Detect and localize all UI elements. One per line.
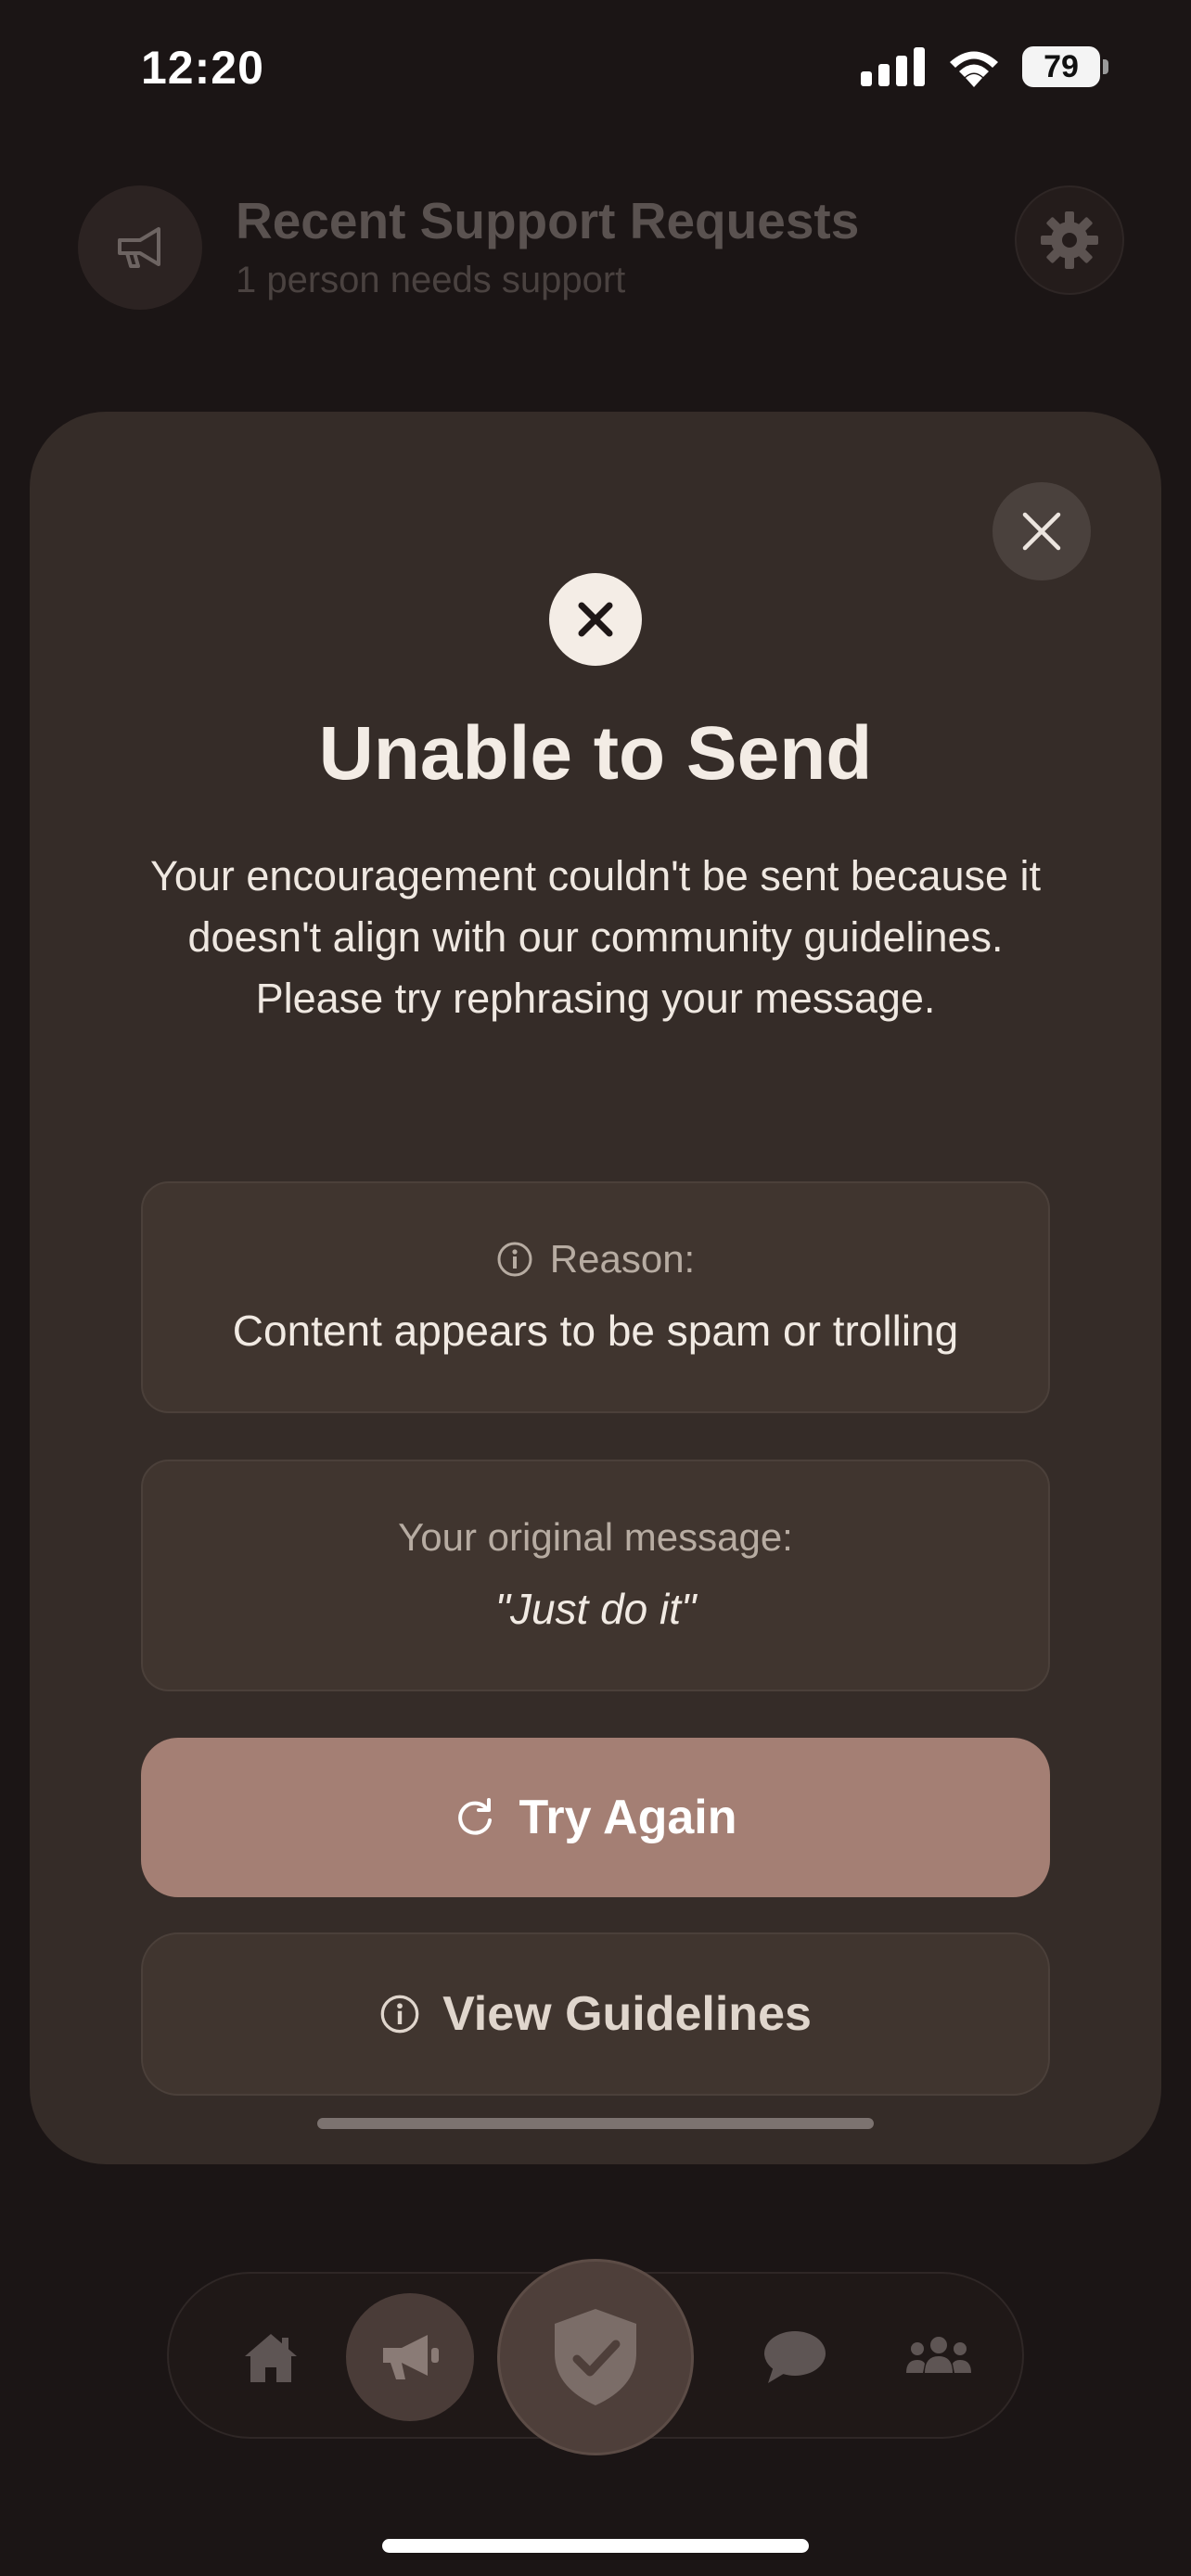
status-time: 12:20 (141, 42, 264, 94)
home-indicator (382, 2539, 809, 2553)
nav-requests-active-bg (346, 2293, 474, 2421)
info-icon (380, 1995, 419, 2034)
community-icon (906, 2337, 971, 2373)
reason-card: Reason: Content appears to be spam or tr… (141, 1181, 1050, 1413)
shield-check-icon (555, 2309, 636, 2405)
reason-label-row: Reason: (143, 1237, 1048, 1282)
original-message-text: "Just do it" (494, 1585, 697, 1633)
reason-label: Reason: (549, 1237, 696, 1281)
nav-home[interactable] (206, 2274, 336, 2441)
nav-shield-center-button[interactable] (497, 2259, 694, 2455)
refresh-icon (458, 1798, 493, 1835)
reason-value: Content appears to be spam or trolling (232, 1307, 959, 1355)
megaphone-icon (78, 185, 202, 310)
home-icon (245, 2334, 297, 2382)
try-again-label: Try Again (519, 1791, 737, 1844)
original-message-card: Your original message: "Just do it" (141, 1460, 1050, 1691)
battery-indicator: 79 (1022, 46, 1108, 87)
page-title: Recent Support Requests (236, 192, 860, 249)
settings-button[interactable] (1015, 185, 1124, 295)
wifi-icon (950, 51, 998, 87)
page-header: Recent Support Requests 1 person needs s… (78, 185, 1124, 315)
page-subtitle: 1 person needs support (236, 260, 626, 300)
info-icon (497, 1242, 532, 1277)
nav-requests[interactable] (345, 2274, 475, 2441)
modal-message: Your encouragement couldn't be sent beca… (149, 852, 1042, 1022)
nav-community[interactable] (874, 2274, 1004, 2441)
sheet-drag-handle[interactable] (317, 2118, 874, 2129)
cellular-signal-icon (861, 47, 925, 86)
gear-icon (1041, 211, 1098, 269)
close-button[interactable] (992, 482, 1091, 580)
status-icons: 79 (861, 46, 1108, 87)
view-guidelines-button[interactable]: View Guidelines (141, 1932, 1050, 2096)
error-x-icon (549, 573, 642, 666)
chat-bubble-icon (764, 2331, 826, 2383)
try-again-button[interactable]: Try Again (141, 1738, 1050, 1897)
nav-messages[interactable] (725, 2274, 864, 2441)
modal-title: Unable to Send (318, 711, 873, 796)
original-message-label: Your original message: (398, 1515, 793, 1559)
view-guidelines-label: View Guidelines (442, 1987, 812, 2041)
close-icon (1022, 512, 1061, 551)
megaphone-icon (383, 2335, 439, 2379)
